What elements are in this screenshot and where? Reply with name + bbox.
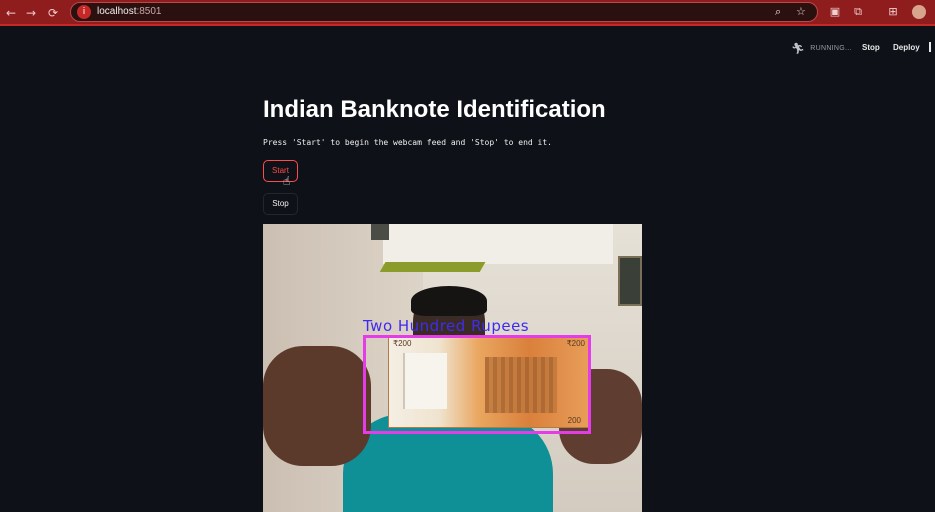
browser-toolbar: ← → ⟳ i localhost:8501 ⌕ ☆ ▣ ⧉ ⊞ — [0, 0, 935, 26]
puzzle-extensions-icon[interactable]: ⧉ — [851, 5, 865, 19]
stop-button[interactable]: Stop — [263, 193, 298, 215]
forward-button[interactable]: → — [22, 4, 40, 22]
detection-label: Two Hundred Rupees — [363, 317, 530, 335]
webcam-feed: ₹200 ₹200 200 Two Hundred Rupees — [263, 224, 642, 512]
back-button[interactable]: ← — [2, 4, 20, 22]
header-stop-button[interactable]: Stop — [862, 43, 880, 52]
url-text: localhost:8501 — [97, 6, 162, 17]
wall-picture-frame — [618, 256, 642, 306]
main-menu-icon[interactable] — [929, 42, 935, 52]
extension-icon-2[interactable]: ⊞ — [886, 5, 900, 19]
reload-button[interactable]: ⟳ — [44, 4, 62, 22]
url-port: :8501 — [136, 6, 162, 17]
site-info-icon[interactable]: i — [77, 5, 91, 19]
page-title: Indian Banknote Identification — [263, 96, 606, 123]
person-hair — [411, 286, 487, 316]
address-bar[interactable]: i localhost:8501 ⌕ ☆ — [70, 2, 818, 22]
running-figure-icon: 🏃︎ — [791, 43, 806, 55]
profile-avatar[interactable] — [912, 5, 926, 19]
mouse-cursor-icon: ☝ — [283, 174, 291, 188]
deploy-button[interactable]: Deploy — [893, 43, 920, 52]
zoom-icon[interactable]: ⌕ — [775, 5, 781, 19]
toolbar-divider — [0, 24, 935, 26]
running-status-text: RUNNING... — [810, 45, 852, 52]
wall-object — [371, 224, 389, 240]
start-button[interactable]: Start — [263, 160, 298, 182]
extension-icon[interactable]: ▣ — [828, 5, 842, 19]
instruction-text: Press 'Start' to begin the webcam feed a… — [263, 138, 552, 147]
url-host: localhost — [97, 6, 137, 17]
left-hand — [263, 346, 371, 466]
bookmark-star-icon[interactable]: ☆ — [796, 5, 806, 18]
detection-bounding-box — [363, 335, 591, 434]
running-status: 🏃︎ RUNNING... — [791, 42, 852, 55]
